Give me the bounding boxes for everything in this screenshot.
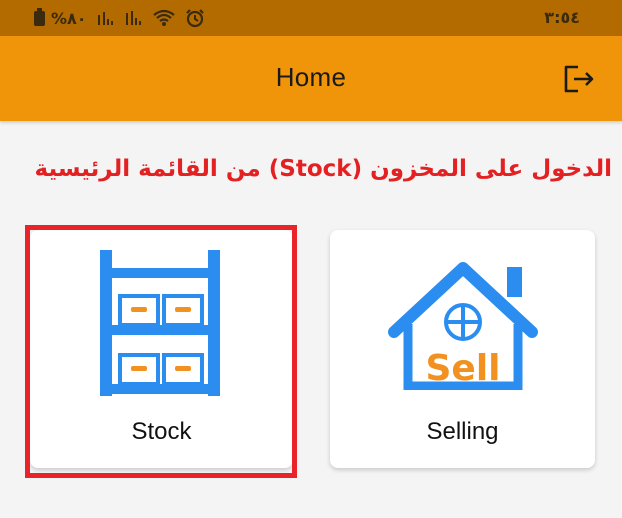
signal-icon [125, 11, 141, 25]
status-icons: %٨٠ [34, 7, 205, 29]
stock-menu-label: Stock [131, 418, 192, 445]
status-bar: %٨٠ ٣:٥٤ [0, 0, 622, 36]
signal-icon [97, 12, 113, 25]
page-title: Home [275, 62, 347, 92]
logout-icon [564, 65, 594, 93]
logout-button[interactable] [562, 63, 596, 95]
selling-menu-label: Selling [426, 418, 499, 445]
selling-menu-card[interactable]: Sell Selling [330, 230, 595, 468]
sell-house-icon: Sell [388, 262, 538, 390]
alarm-icon [185, 9, 204, 28]
wifi-icon [152, 9, 175, 26]
instruction-text: الدخول على المخزون (Stock) من القائمة ال… [34, 156, 613, 182]
warehouse-shelves-icon [100, 250, 220, 396]
battery-icon [34, 7, 45, 26]
status-time: ٣:٥٤ [544, 8, 580, 27]
app-bar: Home [0, 36, 622, 121]
battery-percent: %٨٠ [51, 8, 87, 28]
stock-menu-card[interactable]: Stock [30, 230, 293, 468]
sell-icon-text: Sell [425, 348, 500, 389]
